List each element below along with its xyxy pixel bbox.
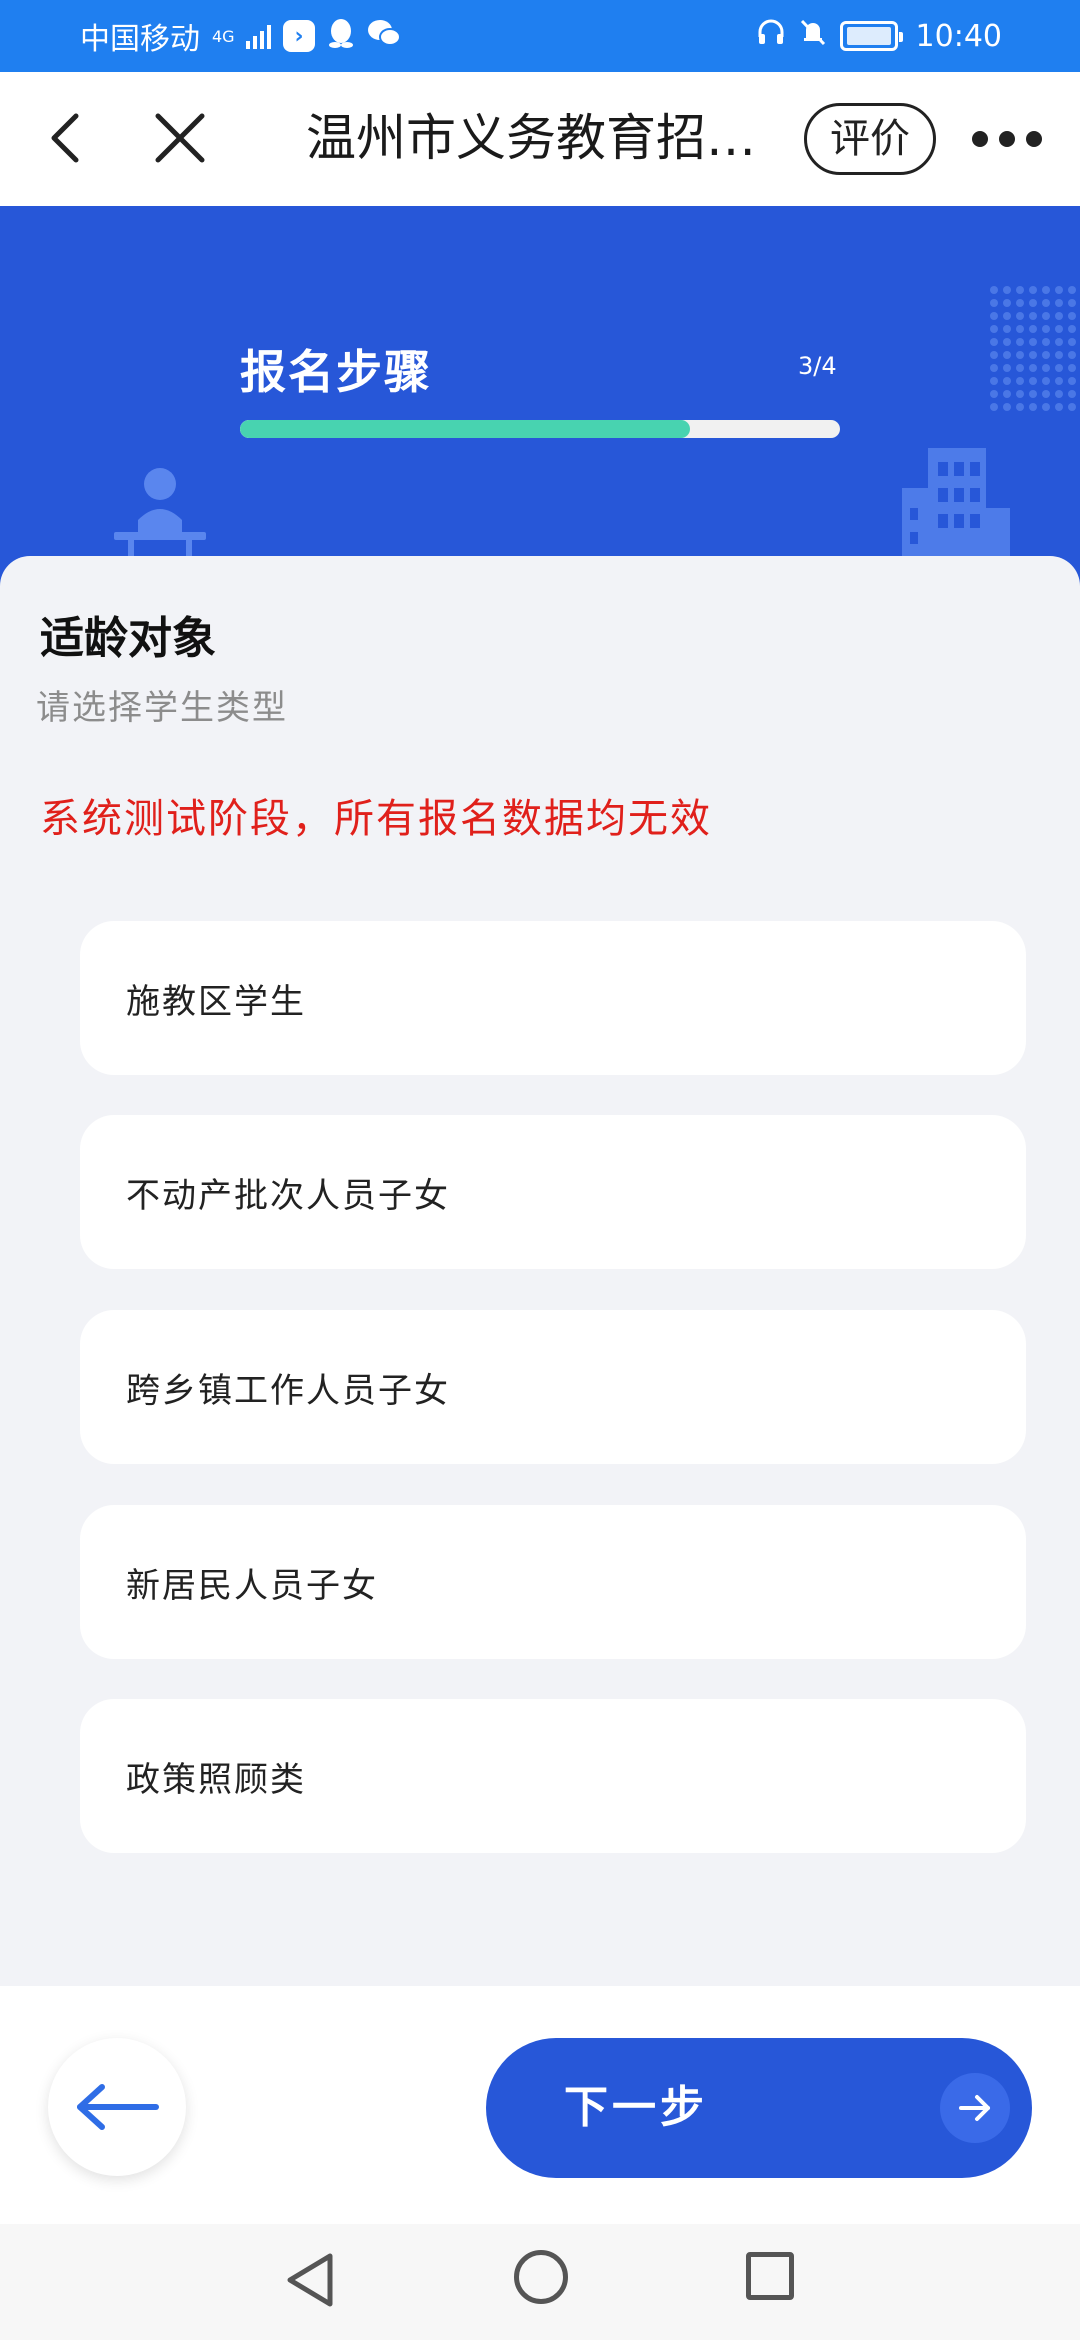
progress-fill bbox=[240, 420, 690, 438]
system-nav-bar bbox=[0, 2224, 1080, 2340]
square-recent-icon[interactable] bbox=[746, 2252, 794, 2300]
page-title: 温州市义务教育招… bbox=[306, 109, 756, 167]
section-title: 适龄对象 bbox=[40, 613, 216, 664]
network-type: 4G bbox=[212, 26, 235, 46]
app-icon: › bbox=[283, 20, 315, 52]
status-right: 10:40 bbox=[756, 17, 1002, 55]
option-label: 施教区学生 bbox=[126, 981, 306, 1022]
close-icon[interactable] bbox=[150, 108, 210, 168]
option-label: 政策照顾类 bbox=[126, 1759, 306, 1800]
option-property-batch[interactable]: 不动产批次人员子女 bbox=[80, 1115, 1026, 1269]
test-notice: 系统测试阶段，所有报名数据均无效 bbox=[40, 796, 712, 842]
status-bar: 中国移动 4G › 10:40 bbox=[0, 0, 1080, 72]
status-time: 10:40 bbox=[915, 18, 1002, 54]
step-header: 报名步骤 3/4 bbox=[0, 206, 1080, 606]
option-cross-township[interactable]: 跨乡镇工作人员子女 bbox=[80, 1310, 1026, 1464]
carrier-label: 中国移动 bbox=[80, 22, 200, 57]
more-icon[interactable] bbox=[972, 124, 1042, 154]
wechat-icon bbox=[367, 18, 401, 54]
headphones-icon bbox=[756, 17, 786, 55]
nav-bar: 温州市义务教育招… 评价 bbox=[0, 72, 1080, 206]
progress-bar bbox=[240, 420, 840, 438]
option-local-district[interactable]: 施教区学生 bbox=[80, 921, 1026, 1075]
rate-button[interactable]: 评价 bbox=[804, 103, 936, 175]
option-policy-care[interactable]: 政策照顾类 bbox=[80, 1699, 1026, 1853]
dots-decoration-icon bbox=[990, 286, 1076, 411]
content-card: 适龄对象 请选择学生类型 系统测试阶段，所有报名数据均无效 施教区学生 不动产批… bbox=[0, 556, 1080, 1986]
option-label: 新居民人员子女 bbox=[126, 1565, 378, 1606]
previous-step-button[interactable] bbox=[48, 2038, 186, 2176]
next-step-label: 下一步 bbox=[564, 2082, 708, 2133]
step-count: 3/4 bbox=[798, 352, 837, 380]
qq-icon bbox=[327, 17, 355, 55]
signal-icon bbox=[246, 23, 271, 49]
option-label: 不动产批次人员子女 bbox=[126, 1175, 450, 1216]
page: 中国移动 4G › 10:40 温州市义务教育招… 评价 报名步骤 3/4 适龄… bbox=[0, 0, 1080, 2340]
battery-icon bbox=[839, 21, 903, 51]
next-step-button[interactable]: 下一步 bbox=[486, 2038, 1032, 2178]
option-label: 跨乡镇工作人员子女 bbox=[126, 1370, 450, 1411]
triangle-back-icon[interactable] bbox=[282, 2250, 338, 2310]
arrow-right-icon bbox=[940, 2073, 1010, 2143]
arrow-left-icon bbox=[77, 2084, 159, 2130]
status-left: 中国移动 4G › bbox=[80, 14, 401, 58]
mute-bell-icon bbox=[798, 17, 828, 55]
footer: 下一步 bbox=[0, 1986, 1080, 2224]
section-subtitle: 请选择学生类型 bbox=[36, 688, 288, 728]
back-icon[interactable] bbox=[38, 108, 98, 168]
step-title: 报名步骤 bbox=[240, 345, 432, 399]
circle-home-icon[interactable] bbox=[514, 2250, 568, 2304]
option-new-resident[interactable]: 新居民人员子女 bbox=[80, 1505, 1026, 1659]
